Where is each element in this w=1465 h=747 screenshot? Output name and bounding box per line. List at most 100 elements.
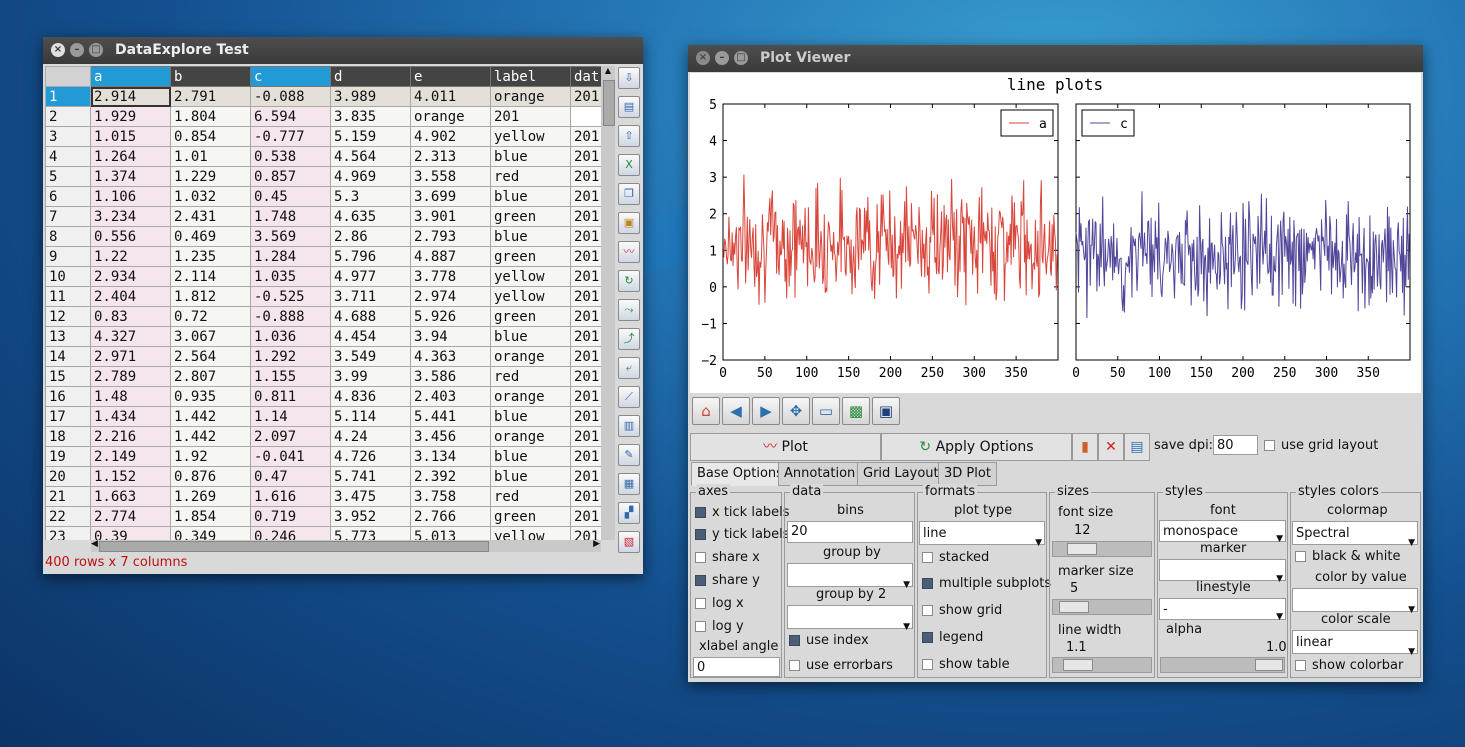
table-row[interactable]: 4 1.264 1.01 0.538 4.564 2.313 blue 201 [45, 146, 611, 167]
table-cell[interactable]: 1.284 [250, 246, 331, 267]
table-cell[interactable]: 2.791 [170, 86, 251, 107]
table-cell[interactable]: 3.475 [330, 486, 411, 507]
row-header[interactable]: 11 [45, 286, 91, 307]
table-cell[interactable]: 3.989 [330, 86, 411, 107]
table-cell[interactable]: 2.097 [250, 426, 331, 447]
color-scale-select[interactable]: linear ▼ [1292, 630, 1418, 657]
vertical-scrollbar[interactable]: ▲ [601, 66, 615, 540]
row-header[interactable]: 18 [45, 426, 91, 447]
table-cell[interactable]: 3.699 [410, 186, 491, 207]
row-header[interactable]: 6 [45, 186, 91, 207]
table-cell[interactable]: -0.088 [250, 86, 331, 107]
table-cell[interactable]: 3.134 [410, 446, 491, 467]
row-header[interactable]: 19 [45, 446, 91, 467]
table-cell[interactable]: 2.114 [170, 266, 251, 287]
table-row[interactable]: 14 2.971 2.564 1.292 3.549 4.363 orange 201 [45, 346, 611, 367]
table-cell[interactable]: -0.525 [250, 286, 331, 307]
table-cell[interactable]: 5.3 [330, 186, 411, 207]
clear-icon[interactable]: ✕ [1098, 433, 1124, 461]
table-cell[interactable]: red [490, 366, 571, 387]
table-cell[interactable]: orange [490, 426, 571, 447]
table-cell[interactable]: 2.774 [90, 506, 171, 527]
table-cell[interactable]: 5.114 [330, 406, 411, 427]
table-cell[interactable]: 4.454 [330, 326, 411, 347]
column-header[interactable]: a [90, 66, 171, 87]
table-cell[interactable]: 3.558 [410, 166, 491, 187]
pivot-icon[interactable]: ⤴ [618, 328, 640, 350]
tab-grid-layout[interactable]: Grid Layout [857, 462, 945, 486]
row-header[interactable]: 12 [45, 306, 91, 327]
table-cell[interactable]: 3.234 [90, 206, 171, 227]
row-header[interactable]: 14 [45, 346, 91, 367]
table-row[interactable]: 21 1.663 1.269 1.616 3.475 3.758 red 201 [45, 486, 611, 507]
table-cell[interactable]: 2.971 [90, 346, 171, 367]
table-cell[interactable]: green [490, 306, 571, 327]
table-cell[interactable]: 4.887 [410, 246, 491, 267]
table-row[interactable]: 3 1.015 0.854 -0.777 5.159 4.902 yellow 201 [45, 126, 611, 147]
tab-base-options[interactable]: Base Options [691, 462, 789, 486]
delete-icon[interactable]: ▧ [618, 531, 640, 553]
row-header[interactable]: 5 [45, 166, 91, 187]
table-cell[interactable]: 0.811 [250, 386, 331, 407]
data-table[interactable]: a b c d e label dat 1 2.914 2.791 -0.088 3.989 4.01… [45, 66, 613, 540]
table-cell[interactable]: 4.363 [410, 346, 491, 367]
marker-size-slider[interactable] [1052, 599, 1152, 615]
hscroll-thumb[interactable] [99, 541, 489, 552]
table-row[interactable]: 12 0.83 0.72 -0.888 4.688 5.926 green 201 [45, 306, 611, 327]
clipboard-icon[interactable]: ▥ [618, 415, 640, 437]
use-errorbars-checkbox[interactable]: use errorbars [789, 658, 893, 673]
table-cell[interactable]: 1.374 [90, 166, 171, 187]
table-cell[interactable]: 3.711 [330, 286, 411, 307]
table-cell[interactable]: 1.036 [250, 326, 331, 347]
table-cell[interactable]: 2.313 [410, 146, 491, 167]
row-header[interactable]: 8 [45, 226, 91, 247]
table-cell[interactable]: 1.812 [170, 286, 251, 307]
table-row[interactable]: 23 0.39 0.349 0.246 5.773 5.013 yellow 201 [45, 526, 611, 540]
column-header[interactable]: e [410, 66, 491, 87]
save-figure-icon[interactable]: ▣ [872, 397, 900, 425]
table-cell[interactable]: 0.45 [250, 186, 331, 207]
table-cell[interactable]: 2.431 [170, 206, 251, 227]
table-cell[interactable]: 5.159 [330, 126, 411, 147]
table-cell[interactable]: 2.403 [410, 386, 491, 407]
table-cell[interactable]: 5.741 [330, 466, 411, 487]
table-cell[interactable]: 4.902 [410, 126, 491, 147]
table-row[interactable]: 8 0.556 0.469 3.569 2.86 2.793 blue 201 [45, 226, 611, 247]
table-cell[interactable]: 2.404 [90, 286, 171, 307]
table-cell[interactable]: blue [490, 186, 571, 207]
scroll-left-icon[interactable]: ◀ [91, 539, 98, 549]
copy-icon[interactable]: ❐ [618, 183, 640, 205]
table-cell[interactable]: 0.556 [90, 226, 171, 247]
table-cell[interactable]: 5.013 [410, 526, 491, 540]
table-cell[interactable]: 5.441 [410, 406, 491, 427]
row-header[interactable]: 1 [45, 86, 91, 107]
back-icon[interactable]: ◀ [722, 397, 750, 425]
row-header[interactable]: 23 [45, 526, 91, 540]
color-by-value-select[interactable]: ▼ [1292, 588, 1418, 615]
table-cell[interactable]: blue [490, 466, 571, 487]
table-cell[interactable]: 0.349 [170, 526, 251, 540]
window-icon[interactable]: ▤ [1124, 433, 1150, 461]
table-row[interactable]: 16 1.48 0.935 0.811 4.836 2.403 orange 201 [45, 386, 611, 407]
table-cell[interactable]: -0.777 [250, 126, 331, 147]
x-tick-labels-checkbox[interactable]: x tick labels [695, 505, 790, 520]
table-cell[interactable]: 3.586 [410, 366, 491, 387]
table-row[interactable]: 20 1.152 0.876 0.47 5.741 2.392 blue 201 [45, 466, 611, 487]
table-cell[interactable]: 1.106 [90, 186, 171, 207]
table-cell[interactable]: red [490, 486, 571, 507]
table-cell[interactable]: 3.569 [250, 226, 331, 247]
scroll-thumb[interactable] [603, 80, 615, 126]
table-cell[interactable]: 0.47 [250, 466, 331, 487]
table-cell[interactable]: 0.719 [250, 506, 331, 527]
table-cell[interactable]: 1.804 [170, 106, 251, 127]
line-width-slider[interactable] [1052, 657, 1152, 673]
table-row[interactable]: 22 2.774 1.854 0.719 3.952 2.766 green 201 [45, 506, 611, 527]
table-cell[interactable]: 4.327 [90, 326, 171, 347]
table-cell[interactable]: 2.914 [90, 86, 171, 107]
table-cell[interactable]: 3.549 [330, 346, 411, 367]
table-cell[interactable]: blue [490, 446, 571, 467]
table-cell[interactable]: 3.901 [410, 206, 491, 227]
minimize-icon[interactable]: – [715, 51, 729, 65]
table-cell[interactable]: yellow [490, 126, 571, 147]
table-row[interactable]: 15 2.789 2.807 1.155 3.99 3.586 red 201 [45, 366, 611, 387]
